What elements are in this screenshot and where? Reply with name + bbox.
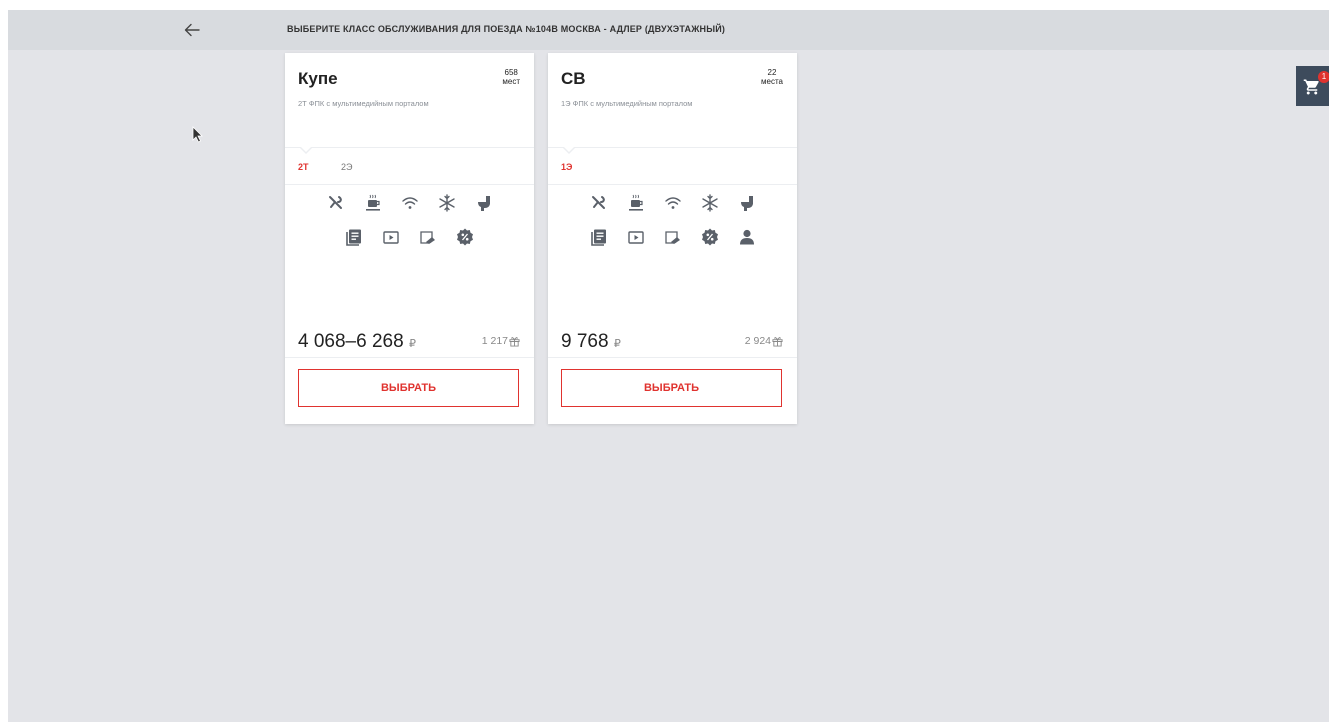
hygiene-kit-icon	[663, 227, 683, 247]
bonus-points: 2 924	[745, 335, 783, 347]
select-button[interactable]: ВЫБРАТЬ	[561, 369, 782, 407]
coffee-icon	[363, 193, 383, 213]
card-subtitle: 2Т ФПК с мультимедийным порталом	[298, 99, 429, 108]
arrow-left-icon	[184, 23, 200, 37]
newspaper-icon	[344, 227, 364, 247]
page-title: ВЫБЕРИТЕ КЛАСС ОБСЛУЖИВАНИЯ ДЛЯ ПОЕЗДА №…	[287, 24, 726, 34]
tab-2e[interactable]: 2Э	[341, 162, 352, 172]
gift-icon	[509, 336, 520, 347]
cart-badge: 1	[1318, 71, 1329, 83]
card-title: Купе	[298, 69, 338, 88]
discount-icon	[700, 227, 720, 247]
subclass-tabs: 2Т 2Э	[285, 146, 534, 185]
class-card-sv: СВ 22 места 1Э ФПК с мультимедийным порт…	[548, 53, 797, 424]
restaurant-icon	[326, 193, 346, 213]
seats-count: 22 места	[761, 68, 783, 86]
price: 4 068–6 268 ₽	[298, 331, 416, 352]
hygiene-kit-icon	[418, 227, 438, 247]
gift-icon	[772, 336, 783, 347]
cart-button[interactable]: 1	[1296, 66, 1329, 106]
tab-1e[interactable]: 1Э	[561, 162, 572, 172]
bonus-points: 1 217	[482, 335, 520, 347]
seats-count: 658 мест	[502, 68, 520, 86]
person-icon	[737, 227, 757, 247]
toilet-icon	[737, 193, 757, 213]
card-title: СВ	[561, 69, 586, 88]
ruble-sign: ₽	[408, 338, 416, 350]
mouse-cursor-icon	[192, 126, 203, 143]
wifi-icon	[663, 193, 683, 213]
wifi-icon	[400, 193, 420, 213]
coffee-icon	[626, 193, 646, 213]
amenities	[548, 193, 797, 261]
back-button[interactable]	[180, 18, 204, 42]
snowflake-icon	[700, 193, 720, 213]
amenities	[285, 193, 534, 261]
ruble-sign: ₽	[613, 338, 621, 350]
toilet-icon	[474, 193, 494, 213]
subclass-tabs: 1Э	[548, 146, 797, 185]
card-subtitle: 1Э ФПК с мультимедийным порталом	[561, 99, 693, 108]
restaurant-icon	[589, 193, 609, 213]
tab-2t[interactable]: 2Т	[298, 162, 309, 172]
class-card-kupe: Купе 658 мест 2Т ФПК с мультимедийным по…	[285, 53, 534, 424]
discount-icon	[455, 227, 475, 247]
video-icon	[626, 227, 646, 247]
select-button[interactable]: ВЫБРАТЬ	[298, 369, 519, 407]
newspaper-icon	[589, 227, 609, 247]
video-icon	[381, 227, 401, 247]
price: 9 768 ₽	[561, 331, 621, 352]
top-bar: ВЫБЕРИТЕ КЛАСС ОБСЛУЖИВАНИЯ ДЛЯ ПОЕЗДА №…	[8, 10, 1329, 50]
snowflake-icon	[437, 193, 457, 213]
